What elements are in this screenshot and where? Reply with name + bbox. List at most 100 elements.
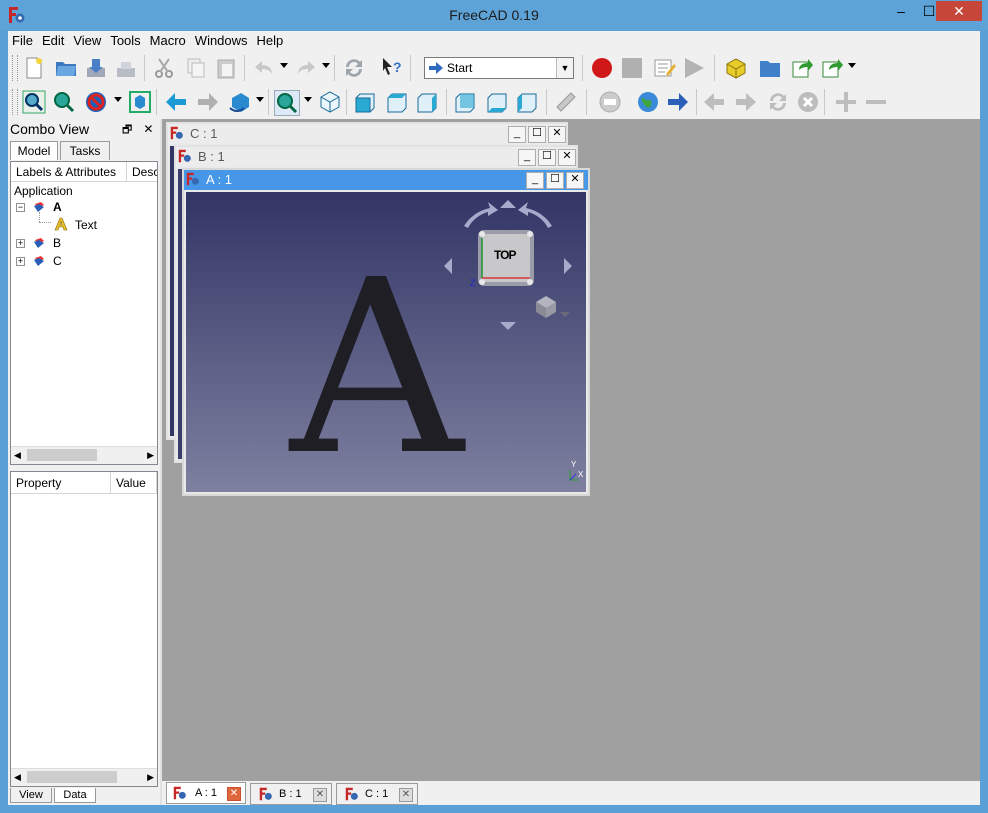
close-tab-icon[interactable]: ✕ <box>399 788 413 802</box>
workbench-selector[interactable]: Start ▼ <box>424 57 574 79</box>
header-desc[interactable]: Desc <box>127 162 157 182</box>
web-globe-icon[interactable] <box>636 90 660 114</box>
close-icon[interactable]: ✕ <box>548 126 566 143</box>
go-arrow-icon[interactable] <box>666 90 690 114</box>
isometric-icon[interactable] <box>318 90 342 114</box>
bounding-box-icon[interactable] <box>128 90 152 114</box>
zoom-icon[interactable] <box>274 90 300 116</box>
std-views-dropdown-icon[interactable] <box>256 97 264 102</box>
tab-document-b[interactable]: B : 1 ✕ <box>250 783 332 805</box>
header-labels[interactable]: Labels & Attributes <box>11 162 127 182</box>
export-icon[interactable] <box>790 56 814 80</box>
scroll-right-icon[interactable]: ▶ <box>147 772 154 783</box>
tree-item-b[interactable]: B <box>53 235 61 251</box>
maximize-icon[interactable]: ☐ <box>528 126 546 143</box>
reload-icon[interactable] <box>766 90 790 114</box>
draw-style-dropdown-icon[interactable] <box>114 97 122 102</box>
toolbar-grip[interactable] <box>12 89 18 115</box>
navcube-face-label[interactable]: TOP <box>494 248 516 262</box>
forward-arrow-icon[interactable] <box>196 90 220 114</box>
minimize-icon[interactable]: _ <box>526 172 544 189</box>
expand-icon[interactable]: + <box>16 239 25 248</box>
navigation-cube[interactable]: TOP Z <box>442 198 574 332</box>
header-value[interactable]: Value <box>111 472 157 494</box>
menu-windows[interactable]: Windows <box>191 31 253 49</box>
part-design-icon[interactable] <box>724 56 748 80</box>
navcube-arrows-icon[interactable] <box>442 198 574 332</box>
zoom-out-icon[interactable] <box>864 90 888 114</box>
whats-this-icon[interactable]: ? <box>380 56 404 80</box>
tab-view[interactable]: View <box>10 788 52 803</box>
refresh-icon[interactable] <box>342 56 366 80</box>
close-icon[interactable]: ✕ <box>143 122 153 136</box>
collapse-icon[interactable]: − <box>16 203 25 212</box>
menu-view[interactable]: View <box>69 31 106 49</box>
std-views-icon[interactable] <box>228 90 252 114</box>
toolbar-grip[interactable] <box>12 55 18 81</box>
nav-back-icon[interactable] <box>702 90 726 114</box>
close-icon[interactable]: ✕ <box>558 149 576 166</box>
property-scrollbar[interactable]: ◀ ▶ <box>11 768 157 786</box>
scroll-thumb[interactable] <box>27 771 117 783</box>
record-macro-icon[interactable] <box>590 56 614 80</box>
header-property[interactable]: Property <box>11 472 111 494</box>
fit-selection-icon[interactable] <box>52 90 76 114</box>
tree-item-a[interactable]: A <box>53 199 62 215</box>
menu-tools[interactable]: Tools <box>106 31 145 49</box>
view-bottom-icon[interactable] <box>486 90 510 114</box>
share-dropdown-icon[interactable] <box>848 63 856 68</box>
stop-macro-icon[interactable] <box>620 56 644 80</box>
3d-view[interactable]: A TOP Z Y X <box>186 192 586 492</box>
tree-item-text[interactable]: Text <box>75 217 97 233</box>
scroll-left-icon[interactable]: ◀ <box>14 772 21 783</box>
tab-document-c[interactable]: C : 1 ✕ <box>336 783 418 805</box>
tab-data[interactable]: Data <box>54 788 96 803</box>
float-icon[interactable]: 🗗 <box>122 124 132 136</box>
nav-forward-icon[interactable] <box>734 90 758 114</box>
close-button[interactable]: ✕ <box>936 1 982 21</box>
tree-item-c[interactable]: C <box>53 253 62 269</box>
share-icon[interactable] <box>820 56 844 80</box>
view-front-icon[interactable] <box>354 90 378 114</box>
execute-macro-icon[interactable] <box>682 56 706 80</box>
tab-tasks[interactable]: Tasks <box>60 141 110 160</box>
back-arrow-icon[interactable] <box>164 90 188 114</box>
minimize-button[interactable]: – <box>886 1 916 21</box>
subwindow-a[interactable]: A : 1 _ ☐ ✕ A TOP Z Y X <box>182 168 590 496</box>
tab-model[interactable]: Model <box>10 141 58 160</box>
expand-icon[interactable]: + <box>16 257 25 266</box>
minimize-icon[interactable]: _ <box>508 126 526 143</box>
tab-document-a[interactable]: A : 1 ✕ <box>166 782 246 804</box>
maximize-icon[interactable]: ☐ <box>538 149 556 166</box>
zoom-dropdown-icon[interactable] <box>304 97 312 102</box>
menu-macro[interactable]: Macro <box>146 31 191 49</box>
minimize-icon[interactable]: _ <box>518 149 536 166</box>
maximize-icon[interactable]: ☐ <box>546 172 564 189</box>
save-as-icon[interactable] <box>114 56 138 80</box>
tree-scrollbar[interactable]: ◀ ▶ <box>11 446 157 464</box>
cut-icon[interactable] <box>152 56 176 80</box>
undo-icon[interactable] <box>252 56 276 80</box>
scroll-right-icon[interactable]: ▶ <box>147 450 154 461</box>
edit-macro-icon[interactable] <box>652 56 676 80</box>
zoom-in-icon[interactable] <box>834 90 858 114</box>
undo-dropdown-icon[interactable] <box>280 63 288 68</box>
paste-icon[interactable] <box>214 56 238 80</box>
redo-icon[interactable] <box>294 56 318 80</box>
open-icon[interactable] <box>54 56 78 80</box>
menu-edit[interactable]: Edit <box>38 31 69 49</box>
close-icon[interactable]: ✕ <box>566 172 584 189</box>
home-icon[interactable] <box>598 90 622 114</box>
scroll-left-icon[interactable]: ◀ <box>14 450 21 461</box>
text-shape[interactable]: A <box>290 248 463 488</box>
menu-help[interactable]: Help <box>253 31 289 49</box>
view-left-icon[interactable] <box>516 90 540 114</box>
save-icon[interactable] <box>84 56 108 80</box>
copy-icon[interactable] <box>184 56 208 80</box>
redo-dropdown-icon[interactable] <box>322 63 330 68</box>
folder-icon[interactable] <box>758 56 782 80</box>
chevron-down-icon[interactable]: ▼ <box>556 58 573 78</box>
measure-distance-icon[interactable] <box>554 90 578 114</box>
view-top-icon[interactable] <box>386 90 410 114</box>
draw-style-icon[interactable] <box>84 90 108 114</box>
